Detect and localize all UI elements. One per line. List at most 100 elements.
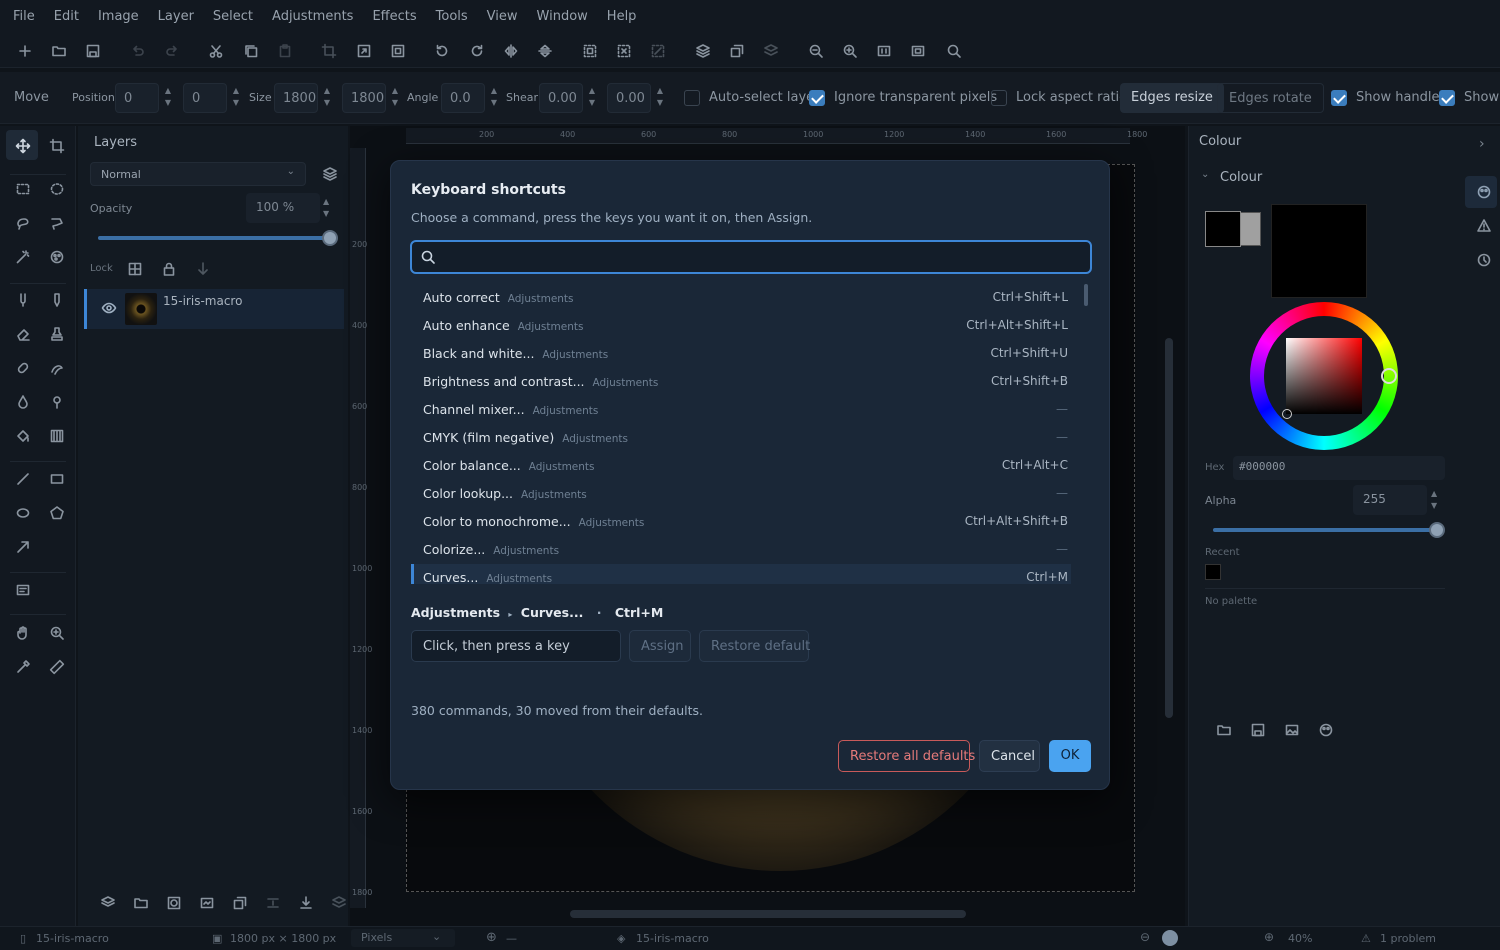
zoom-tool-icon[interactable] (48, 624, 66, 642)
paste-icon[interactable] (276, 42, 294, 60)
polygon-tool-icon[interactable] (48, 504, 66, 522)
shear-y-spinner[interactable]: ▲ ▼ (655, 85, 665, 111)
opacity-spinner[interactable]: ▲ ▼ (323, 196, 333, 220)
command-row[interactable]: Color lookup... Adjustments — (411, 480, 1071, 508)
lock-position-icon[interactable] (195, 261, 211, 277)
zoom-slider-handle[interactable] (1162, 930, 1178, 946)
polygon-lasso-tool-icon[interactable] (48, 214, 66, 232)
command-row[interactable]: Color to monochrome... Adjustments Ctrl+Al… (411, 508, 1071, 536)
command-row[interactable]: Color balance... Adjustments Ctrl+Alt+C (411, 452, 1071, 480)
foreground-colour-swatch[interactable] (1205, 211, 1241, 247)
text-tool-icon[interactable] (14, 581, 32, 599)
stamp-tool-icon[interactable] (48, 325, 66, 343)
warning-icon[interactable] (1476, 218, 1492, 234)
recent-swatch[interactable] (1205, 564, 1221, 580)
eyedropper-tool-icon[interactable] (14, 658, 32, 676)
zoom-in-icon[interactable]: ⊕ (1264, 930, 1274, 944)
rectangle-tool-icon[interactable] (48, 470, 66, 488)
heal-tool-icon[interactable] (14, 359, 32, 377)
delete-layer-icon[interactable] (331, 895, 347, 911)
magic-wand-tool-icon[interactable] (14, 248, 32, 266)
sv-picker-handle[interactable] (1282, 409, 1292, 419)
opacity-slider-track[interactable] (98, 236, 330, 240)
select-all-icon[interactable] (581, 42, 599, 60)
command-row[interactable]: Colorize... Adjustments — (411, 536, 1071, 564)
shear-y-field[interactable]: 0.00 (607, 83, 651, 113)
command-search-input[interactable] (410, 240, 1092, 274)
arrow-tool-icon[interactable] (14, 538, 32, 556)
ok-button[interactable]: OK (1049, 740, 1091, 772)
invert-selection-icon[interactable] (649, 42, 667, 60)
size-height-field[interactable]: 1800 (342, 83, 386, 113)
restore-default-button[interactable]: Restore default (699, 630, 810, 662)
image-palette-icon[interactable] (1284, 722, 1300, 738)
add-group-icon[interactable] (133, 895, 149, 911)
alpha-slider-handle[interactable] (1429, 522, 1445, 538)
measure-tool-icon[interactable] (48, 658, 66, 676)
opacity-slider-handle[interactable] (322, 230, 338, 246)
saturation-value-square[interactable] (1286, 338, 1362, 414)
angle-field[interactable]: 0.0 (441, 83, 485, 113)
size-height-spinner[interactable]: ▲ ▼ (390, 85, 400, 111)
layer-mask-icon[interactable] (166, 895, 182, 911)
rect-select-tool-icon[interactable] (14, 180, 32, 198)
add-layer-icon[interactable] (100, 895, 116, 911)
gradient-tool-icon[interactable] (48, 427, 66, 445)
history-icon[interactable] (1476, 252, 1492, 268)
flip-vertical-icon[interactable] (536, 42, 554, 60)
save-palette-icon[interactable] (1250, 722, 1266, 738)
shear-x-field[interactable]: 0.00 (539, 83, 583, 113)
deselect-icon[interactable] (615, 42, 633, 60)
zoom-out-icon[interactable] (807, 42, 825, 60)
edges-rotate-button[interactable]: Edges rotate (1217, 83, 1324, 113)
palette-icon[interactable] (1476, 184, 1492, 200)
auto-select-checkbox[interactable] (684, 90, 700, 106)
layer-stack-icon[interactable] (322, 166, 338, 182)
position-y-field[interactable]: 0 (183, 83, 227, 113)
position-x-field[interactable]: 0 (115, 83, 159, 113)
smudge-tool-icon[interactable] (48, 359, 66, 377)
menu-window[interactable]: Window (537, 9, 588, 24)
lock-aspect-checkbox[interactable] (991, 90, 1007, 106)
zoom-in-icon[interactable] (841, 42, 859, 60)
vertical-scrollbar[interactable] (1165, 338, 1173, 718)
lock-icon[interactable] (161, 261, 177, 277)
ignore-transparent-checkbox[interactable] (809, 90, 825, 106)
size-width-field[interactable]: 1800 (274, 83, 318, 113)
new-icon[interactable] (16, 42, 34, 60)
menu-image[interactable]: Image (98, 9, 139, 24)
hex-field[interactable]: #000000 (1233, 456, 1445, 480)
rotate-left-icon[interactable] (433, 42, 451, 60)
restore-all-defaults-button[interactable]: Restore all defaults (838, 740, 975, 772)
command-list[interactable]: Auto correct Adjustments Ctrl+Shift+L Auto … (411, 284, 1071, 584)
duplicate-layer-icon[interactable] (232, 895, 248, 911)
eye-icon[interactable] (101, 300, 117, 316)
flip-horizontal-icon[interactable] (502, 42, 520, 60)
recent-colour-grid[interactable] (1271, 204, 1367, 298)
crop-tool-icon[interactable] (48, 137, 66, 155)
menu-view[interactable]: View (487, 9, 518, 24)
command-row[interactable]: Curves... Adjustments Ctrl+M (411, 564, 1071, 584)
palette-options-icon[interactable] (1318, 722, 1334, 738)
menu-file[interactable]: File (13, 9, 35, 24)
layer-row[interactable]: 15-iris-macro (84, 289, 344, 329)
rotate-right-icon[interactable] (468, 42, 486, 60)
adjustment-layer-icon[interactable] (199, 895, 215, 911)
lock-pixels-icon[interactable] (127, 261, 143, 277)
menu-effects[interactable]: Effects (372, 9, 416, 24)
show-handles-checkbox[interactable] (1331, 90, 1347, 106)
move-tool-icon[interactable] (14, 137, 32, 155)
actual-size-icon[interactable] (875, 42, 893, 60)
redo-icon[interactable] (164, 42, 182, 60)
pencil-tool-icon[interactable] (48, 291, 66, 309)
position-x-spinner[interactable]: ▲ ▼ (163, 85, 173, 111)
duplicate-layer-icon[interactable] (728, 42, 746, 60)
eraser-tool-icon[interactable] (14, 325, 32, 343)
color-select-tool-icon[interactable] (48, 248, 66, 266)
line-tool-icon[interactable] (14, 470, 32, 488)
dodge-tool-icon[interactable] (48, 393, 66, 411)
blend-mode-select[interactable]: Normal ⌄ (90, 162, 306, 186)
command-row[interactable]: Channel mixer... Adjustments — (411, 396, 1071, 424)
blur-tool-icon[interactable] (14, 393, 32, 411)
menu-select[interactable]: Select (213, 9, 253, 24)
